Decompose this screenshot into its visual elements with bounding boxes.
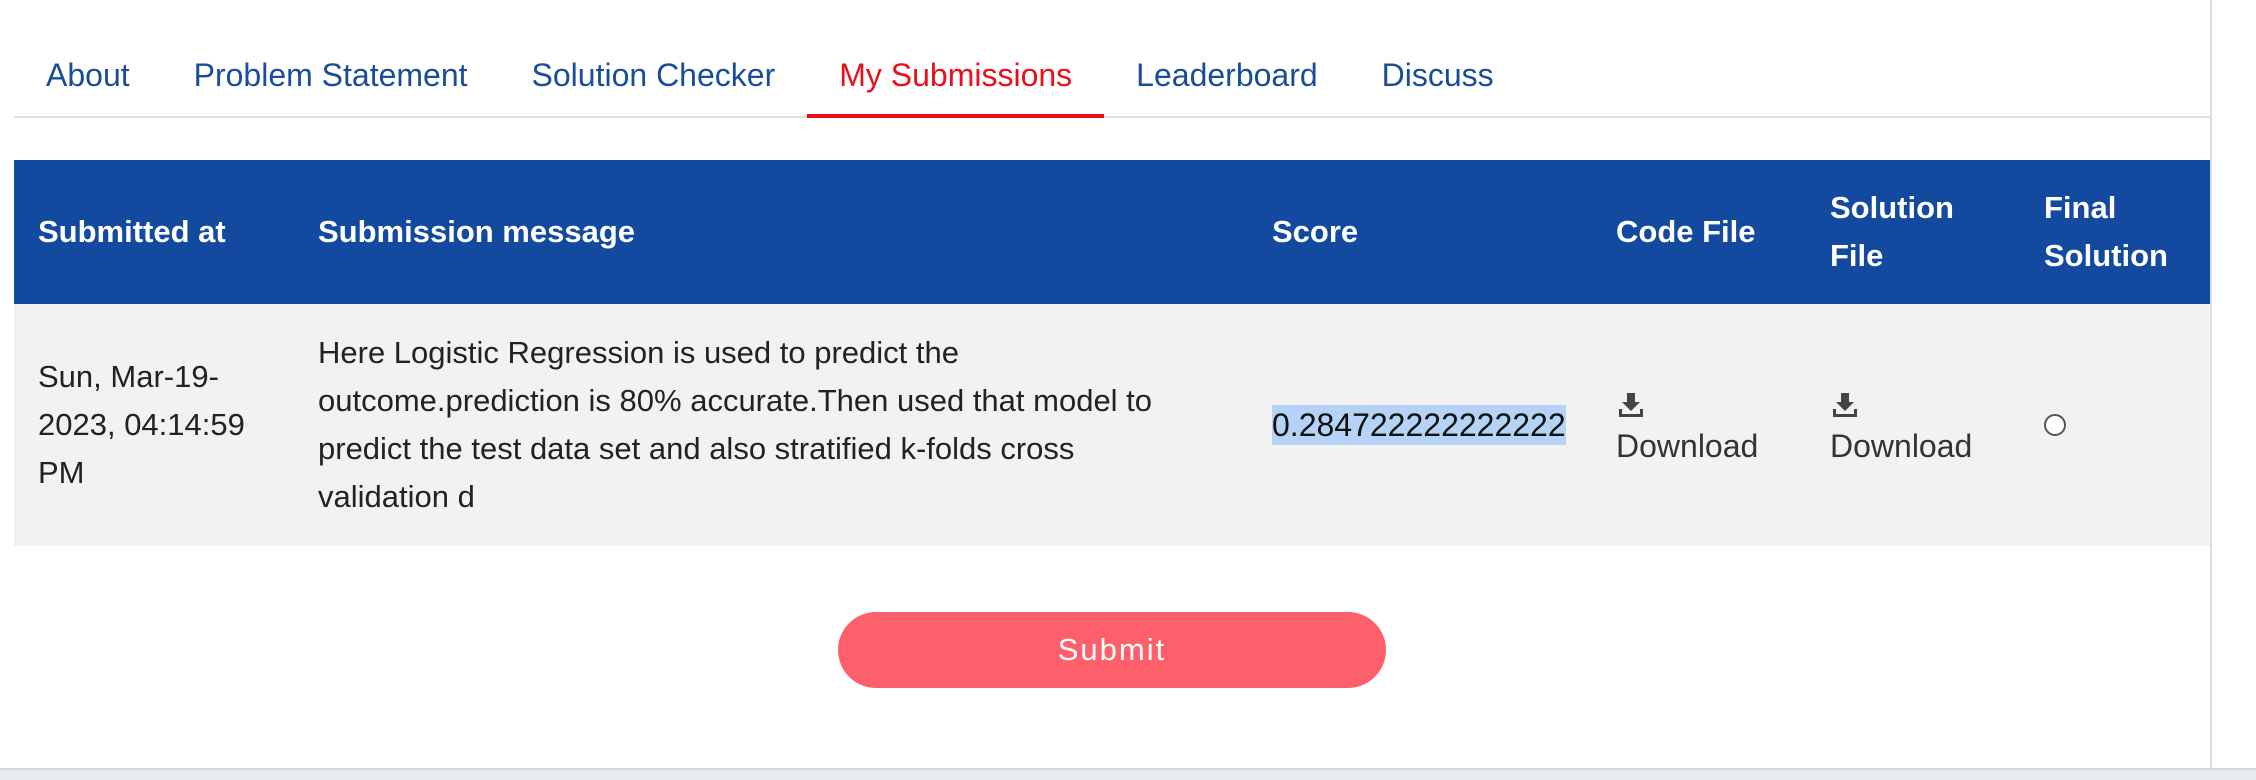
cell-score: 0.284722222222222: [1248, 404, 1592, 445]
tab-about[interactable]: About: [14, 36, 162, 114]
header-final-solution: Final Solution: [2020, 184, 2210, 280]
cell-final-solution: [2020, 414, 2210, 436]
panel-right-border: [2210, 0, 2212, 770]
message-line3: predict the test data set and also strat…: [318, 431, 1075, 466]
cell-solution-file: Download: [1806, 386, 2020, 465]
message-line4: validation d: [318, 479, 475, 514]
tab-my-submissions[interactable]: My Submissions: [807, 36, 1105, 118]
table-row: Sun, Mar-19- 2023, 04:14:59 PM Here Logi…: [14, 304, 2210, 546]
tab-solution-checker[interactable]: Solution Checker: [500, 36, 808, 114]
submitted-at-line1: Sun, Mar-19-: [38, 359, 219, 394]
code-file-download-label: Download: [1616, 427, 1759, 464]
message-line1: Here Logistic Regression is used to pred…: [318, 335, 959, 370]
tab-bar: About Problem Statement Solution Checker…: [14, 36, 2210, 118]
score-value: 0.284722222222222: [1272, 404, 1566, 445]
header-solution-file: Solution File: [1806, 184, 2020, 280]
header-score: Score: [1272, 214, 1359, 249]
header-solution-file-line2: File: [1830, 238, 1884, 273]
cell-submission-message: Here Logistic Regression is used to pred…: [294, 329, 1248, 521]
solution-file-download-label: Download: [1830, 427, 1973, 464]
download-icon: [1619, 392, 1643, 417]
code-file-download-link[interactable]: Download: [1616, 390, 1806, 465]
tab-problem-statement[interactable]: Problem Statement: [162, 36, 500, 114]
header-submitted-at: Submitted at: [38, 214, 226, 249]
submissions-table: Submitted at Submission message Score Co…: [14, 160, 2210, 546]
submit-button[interactable]: Submit: [838, 612, 1386, 688]
header-submission-message: Submission message: [318, 214, 636, 249]
final-solution-radio[interactable]: [2044, 414, 2066, 436]
download-icon: [1833, 392, 1857, 417]
submitted-at-line2: 2023, 04:14:59: [38, 407, 245, 442]
header-code-file: Code File: [1616, 214, 1756, 249]
header-final-solution-line1: Final: [2044, 190, 2117, 225]
panel-bottom-border: [0, 768, 2256, 780]
message-line2: outcome.prediction is 80% accurate.Then …: [318, 383, 1153, 418]
submitted-at-line3: PM: [38, 455, 85, 490]
table-header: Submitted at Submission message Score Co…: [14, 160, 2210, 304]
header-final-solution-line2: Solution: [2044, 238, 2168, 273]
header-solution-file-line1: Solution: [1830, 190, 1954, 225]
tab-discuss[interactable]: Discuss: [1350, 36, 1526, 114]
cell-submitted-at: Sun, Mar-19- 2023, 04:14:59 PM: [14, 353, 294, 497]
page: About Problem Statement Solution Checker…: [0, 0, 2256, 780]
tab-leaderboard[interactable]: Leaderboard: [1104, 36, 1349, 114]
cell-code-file: Download: [1592, 386, 1806, 465]
solution-file-download-link[interactable]: Download: [1830, 390, 2020, 465]
